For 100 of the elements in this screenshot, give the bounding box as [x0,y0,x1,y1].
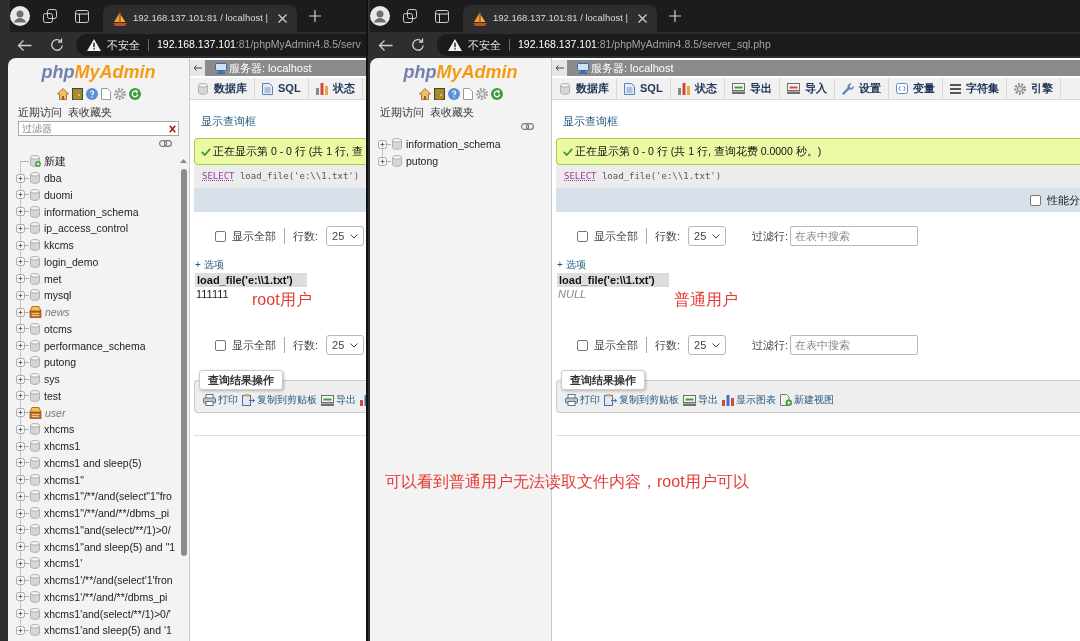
plus-icon[interactable] [309,10,322,22]
avatar-icon[interactable] [10,6,30,26]
tree-item[interactable]: mysql [44,288,72,303]
expand-icon[interactable] [16,424,29,434]
tree-item[interactable]: dba [44,171,62,186]
tree-item[interactable]: kkcms [44,238,74,253]
tree-item[interactable]: xhcms1'and(select/**/1)>0/' [44,606,171,621]
security-label[interactable]: 不安全 [107,36,140,54]
menu-tab[interactable]: 字符集 [942,78,1007,99]
checkbox[interactable] [577,339,588,351]
tree-item[interactable]: xhcms [44,422,75,437]
expand-icon[interactable] [16,408,29,418]
action-link[interactable]: 显示图表 [722,394,776,406]
tree-item[interactable]: news [45,305,70,320]
rows-select[interactable]: 25 [688,226,727,246]
tree-item[interactable]: xhcms1" [44,472,84,487]
checkbox-label[interactable]: 显示全部 [232,336,276,354]
document-icon[interactable] [462,88,473,100]
checkbox-label[interactable]: 性能分 [1047,191,1080,209]
nav-link[interactable]: 近期访问 [18,105,62,119]
action-link[interactable]: 复制到剪贴板 [242,394,317,406]
tree-item[interactable]: xhcms1' [44,556,83,571]
expand-icon[interactable] [16,223,29,233]
expand-icon[interactable] [16,525,29,535]
checkbox-label[interactable]: 显示全部 [232,227,276,245]
document-icon[interactable] [100,88,111,100]
expand-icon[interactable] [16,508,29,518]
security-label[interactable]: 不安全 [468,36,501,54]
window-icon[interactable] [435,9,449,23]
expand-icon[interactable] [16,592,29,602]
tree-item[interactable]: information_schema [44,204,139,219]
tree-item[interactable]: xhcms1"/**/and/**/dbms_pi [44,506,170,521]
tree-item[interactable]: met [44,271,62,286]
action-link[interactable]: 新建视图 [780,394,834,406]
nav-link[interactable]: 表收藏夹 [68,105,112,119]
rows-select[interactable]: 25 [688,335,727,355]
window-icon[interactable] [75,9,89,23]
clear-icon[interactable] [169,124,176,133]
browser-tab[interactable]: 192.168.137.101:81 / localhost | [103,5,298,32]
nav-link[interactable]: 表收藏夹 [430,105,474,119]
home-icon[interactable] [56,88,69,100]
tree-item[interactable]: xhcms1"/**/and(select"1"fro [44,489,172,504]
expand-icon[interactable] [16,441,29,451]
expand-icon[interactable] [16,207,29,217]
browser-tab[interactable]: 192.168.137.101:81 / localhost | [463,5,658,32]
action-link[interactable]: 打印 [565,394,600,406]
expand-icon[interactable] [378,156,391,166]
tree-item[interactable]: information_schema [406,137,501,152]
door-icon[interactable] [71,88,83,100]
search-field[interactable]: 在表中搜索 [790,335,919,355]
menu-tab[interactable]: 数据库 [552,78,617,99]
link-icon[interactable] [159,140,172,147]
url-text[interactable]: 192.168.137.101:81/phpMyAdmin4.8.5/server_sql.php [518,37,771,53]
rows-select[interactable]: 25 [326,226,365,246]
expand-icon[interactable] [16,542,29,552]
expand-icon[interactable] [16,307,29,317]
expand-icon[interactable] [16,274,29,284]
expand-icon[interactable] [16,575,29,585]
caret-up-icon[interactable] [180,159,187,163]
rows-select[interactable]: 25 [326,335,365,355]
menu-tab[interactable]: 设置 [834,78,889,99]
tree-item[interactable]: ip_access_control [44,221,129,236]
nav-link[interactable]: 近期访问 [380,105,424,119]
expand-icon[interactable] [16,374,29,384]
menu-tab[interactable]: SQL [255,78,309,99]
tree-item[interactable]: putong [44,355,77,370]
tree-item[interactable]: otcms [44,321,72,336]
expand-icon[interactable] [16,625,29,635]
expand-icon[interactable] [16,240,29,250]
tree-item[interactable]: putong [406,154,439,169]
query-box-link[interactable]: 显示查询框 [201,114,256,128]
search-field[interactable]: 在表中搜索 [790,226,919,246]
options-link[interactable]: + 选项 [557,259,586,271]
expand-icon[interactable] [16,458,29,468]
checkbox-label[interactable]: 显示全部 [594,227,638,245]
tree-item[interactable]: 新建 [44,154,66,169]
menu-tab[interactable]: SQL [617,78,671,99]
settings-icon[interactable] [475,88,488,100]
close-icon[interactable] [638,14,648,23]
door-icon[interactable] [433,88,445,100]
action-link[interactable]: 复制到剪贴板 [604,394,679,406]
url-text[interactable]: 192.168.137.101:81/phpMyAdmin4.8.5/serv [157,37,361,53]
expand-icon[interactable] [378,139,391,149]
close-icon[interactable] [278,14,288,23]
menu-tab[interactable]: 导入 [779,78,835,99]
expand-icon[interactable] [16,173,29,183]
expand-icon[interactable] [16,324,29,334]
menu-tab[interactable]: 变量 [888,78,943,99]
scrollbar-thumb[interactable] [180,169,187,556]
tree-item[interactable]: xhcms1"and(select/**/1)>0/ [44,522,171,537]
tree-item[interactable]: xhcms1 and sleep(5) [44,455,142,470]
expand-icon[interactable] [16,391,29,401]
expand-icon[interactable] [16,290,29,300]
menu-tab[interactable]: 状态 [670,78,725,99]
plus-icon[interactable] [669,10,682,22]
address-bar[interactable]: 不安全 192.168.137.101:81/phpMyAdmin4.8.5/server_sql.php [437,34,1080,56]
tree-item[interactable]: sys [44,372,60,387]
checkbox[interactable] [577,230,588,242]
options-link[interactable]: + 选项 [195,259,224,271]
tree-item[interactable]: xhcms1'/**/and(select'1'fron [44,573,173,588]
